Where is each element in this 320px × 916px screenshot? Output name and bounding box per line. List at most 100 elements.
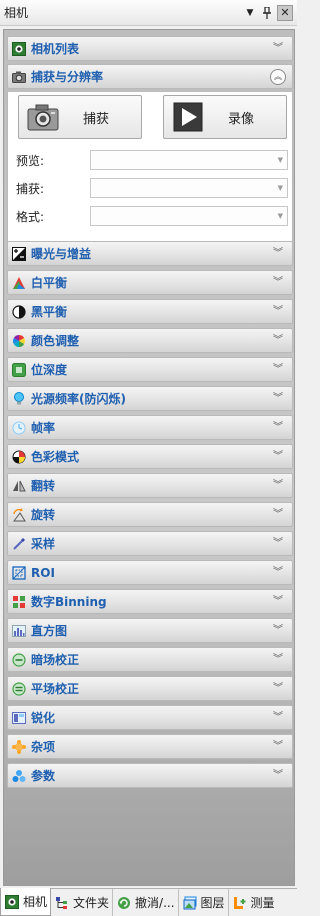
tab-label: 相机 <box>23 895 48 909</box>
chevron-down-icon: ▼ <box>277 156 283 164</box>
tab-label: 文件夹 <box>73 896 110 910</box>
record-button-label: 录像 <box>227 111 254 127</box>
section-bit-depth[interactable]: 位深度 ︾ <box>7 357 293 382</box>
camera-photo-icon <box>25 99 61 135</box>
section-label: 位深度 <box>31 363 68 377</box>
chevron-down-icon[interactable]: ︾ <box>270 623 286 639</box>
camera-panel[interactable]: 相机列表 ︾ 捕获与分辨率 ︽ 捕获 录像 预览: ▼ 捕获: ▼ 格式: ▼ … <box>3 29 295 886</box>
preview-select[interactable]: ▼ <box>90 150 288 170</box>
capture-button[interactable]: 捕获 <box>18 95 142 139</box>
chevron-down-icon[interactable]: ︾ <box>270 420 286 436</box>
chevron-down-icon[interactable]: ︾ <box>270 391 286 407</box>
bottom-tab-bar: 相机 文件夹 撤消/... 图层 测量 <box>0 888 297 916</box>
close-icon: ✕ <box>280 6 290 19</box>
play-icon <box>170 99 206 135</box>
section-color-mode[interactable]: 色彩模式 ︾ <box>7 444 293 469</box>
section-light-frequency[interactable]: 光源频率(防闪烁) ︾ <box>7 386 293 411</box>
chevron-down-icon[interactable]: ︾ <box>270 333 286 349</box>
chevron-down-icon[interactable]: ︾ <box>270 565 286 581</box>
section-label: 旋转 <box>31 508 56 522</box>
chevron-down-icon[interactable]: ︾ <box>270 304 286 320</box>
exposure-icon <box>12 246 26 261</box>
chevron-down-icon[interactable]: ︾ <box>270 246 286 262</box>
light-bulb-icon <box>12 391 26 406</box>
format-row: 格式: ▼ <box>16 206 288 226</box>
section-misc[interactable]: 杂项 ︾ <box>7 734 293 759</box>
section-roi[interactable]: ROI ︾ <box>7 560 293 585</box>
close-button[interactable]: ✕ <box>277 4 293 21</box>
pin-icon[interactable] <box>260 6 274 20</box>
histogram-icon <box>12 624 26 638</box>
section-camera-list[interactable]: 相机列表 ︾ <box>7 36 293 61</box>
chevron-down-icon[interactable]: ︾ <box>270 768 286 784</box>
section-label: 杂项 <box>31 740 56 754</box>
dropdown-icon[interactable]: ▼ <box>243 6 257 20</box>
section-rotate[interactable]: 旋转 ︾ <box>7 502 293 527</box>
capture-row: 捕获: ▼ <box>16 178 288 198</box>
section-flip[interactable]: 翻转 ︾ <box>7 473 293 498</box>
section-dark-field[interactable]: 暗场校正 ︾ <box>7 647 293 672</box>
tab-measure[interactable]: 测量 <box>229 889 278 916</box>
record-button[interactable]: 录像 <box>163 95 287 139</box>
chevron-up-icon[interactable]: ︽ <box>270 68 286 85</box>
section-sharpen[interactable]: 锐化 ︾ <box>7 705 293 730</box>
dark-field-icon <box>12 652 26 667</box>
chevron-down-icon[interactable]: ︾ <box>270 362 286 378</box>
section-frame-rate[interactable]: 帧率 ︾ <box>7 415 293 440</box>
chevron-down-icon[interactable]: ︾ <box>270 536 286 552</box>
roi-icon <box>12 565 26 580</box>
section-label: 黑平衡 <box>31 305 68 319</box>
color-wheel-icon <box>12 334 26 348</box>
section-label: 白平衡 <box>31 276 68 290</box>
section-exposure-gain[interactable]: 曝光与增益 ︾ <box>7 241 293 266</box>
section-parameters[interactable]: 参数 ︾ <box>7 763 293 788</box>
section-sampling[interactable]: 采样 ︾ <box>7 531 293 556</box>
tab-layers[interactable]: 图层 <box>179 889 229 916</box>
section-label: 相机列表 <box>31 42 80 56</box>
misc-icon <box>12 739 26 754</box>
undo-icon <box>116 895 132 911</box>
tab-folder[interactable]: 文件夹 <box>51 889 114 916</box>
tab-label: 撤消/... <box>135 896 175 910</box>
section-capture-resolution[interactable]: 捕获与分辨率 ︽ <box>7 64 293 89</box>
frame-rate-icon <box>12 421 26 435</box>
camera-tab-icon <box>4 894 20 910</box>
flip-icon <box>12 479 26 493</box>
section-label: ROI <box>31 565 55 580</box>
chevron-down-icon: ▼ <box>277 184 283 192</box>
chevron-down-icon[interactable]: ︾ <box>270 41 286 57</box>
folder-tree-icon <box>54 895 70 911</box>
section-color-adjust[interactable]: 颜色调整 ︾ <box>7 328 293 353</box>
chevron-down-icon[interactable]: ︾ <box>270 652 286 668</box>
camera-icon <box>12 70 26 84</box>
parameters-icon <box>12 769 26 783</box>
capture-select[interactable]: ▼ <box>90 178 288 198</box>
chevron-down-icon[interactable]: ︾ <box>270 594 286 610</box>
section-histogram[interactable]: 直方图 ︾ <box>7 618 293 643</box>
section-label: 平场校正 <box>31 682 80 696</box>
chevron-down-icon[interactable]: ︾ <box>270 275 286 291</box>
tab-label: 图层 <box>200 896 225 910</box>
format-label: 格式: <box>16 209 45 224</box>
preview-row: 预览: ▼ <box>16 150 288 170</box>
chevron-down-icon[interactable]: ︾ <box>270 739 286 755</box>
tab-camera[interactable]: 相机 <box>0 888 52 916</box>
window-titlebar: 相机 ▼ ✕ <box>0 0 297 26</box>
chevron-down-icon[interactable]: ︾ <box>270 710 286 726</box>
section-white-balance[interactable]: 白平衡 ︾ <box>7 270 293 295</box>
section-label: 帧率 <box>31 421 56 435</box>
chevron-down-icon[interactable]: ︾ <box>270 478 286 494</box>
color-mode-icon <box>12 450 26 464</box>
chevron-down-icon[interactable]: ︾ <box>270 681 286 697</box>
format-select[interactable]: ▼ <box>90 206 288 226</box>
section-label: 暗场校正 <box>31 653 80 667</box>
section-label: 直方图 <box>31 624 68 638</box>
section-binning[interactable]: 数字Binning ︾ <box>7 589 293 614</box>
section-flat-field[interactable]: 平场校正 ︾ <box>7 676 293 701</box>
section-label: 翻转 <box>31 479 56 493</box>
sharpen-icon <box>12 711 26 725</box>
tab-undo[interactable]: 撤消/... <box>113 889 179 916</box>
chevron-down-icon[interactable]: ︾ <box>270 507 286 523</box>
section-black-balance[interactable]: 黑平衡 ︾ <box>7 299 293 324</box>
chevron-down-icon[interactable]: ︾ <box>270 449 286 465</box>
